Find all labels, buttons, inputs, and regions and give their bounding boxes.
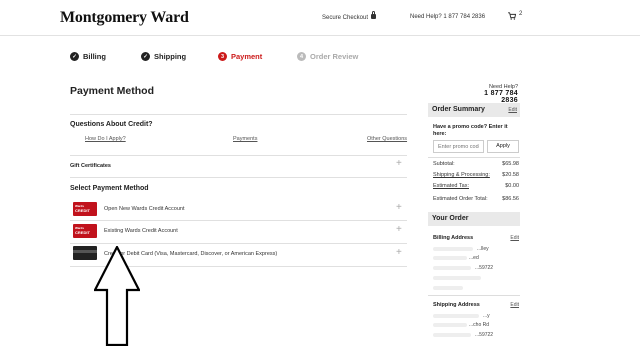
shipping-address-heading: Shipping Address Edit bbox=[433, 302, 519, 308]
billing-address-title: Billing Address bbox=[433, 235, 474, 241]
divider bbox=[428, 157, 520, 158]
step-order-review: 4 Order Review bbox=[297, 52, 358, 61]
checkout-steps: ✓ Billing ✓ Shipping 3 Payment 4 Order R… bbox=[0, 48, 640, 64]
shipping-address-line: ...59722 bbox=[475, 332, 494, 338]
expand-gift-certificates-icon[interactable]: + bbox=[396, 158, 402, 169]
step-label: Payment bbox=[231, 52, 263, 61]
secure-checkout-label: Secure Checkout bbox=[322, 15, 369, 21]
promo-label: Have a promo code? Enter it here: bbox=[433, 124, 508, 137]
subtotal-label: Subtotal: bbox=[433, 161, 455, 167]
divider bbox=[70, 114, 407, 115]
your-order-header: Your Order bbox=[428, 212, 520, 226]
select-payment-title: Select Payment Method bbox=[70, 185, 149, 192]
billing-address-line: ...ed bbox=[469, 255, 479, 261]
site-header: Montgomery Ward Secure Checkout Need Hel… bbox=[0, 0, 640, 36]
subtotal-row: Subtotal: $65.98 bbox=[433, 161, 519, 167]
divider bbox=[70, 243, 407, 244]
order-total-value: $86.56 bbox=[502, 196, 519, 202]
cart-button[interactable]: 2 bbox=[508, 11, 530, 23]
card-type-text: CREDIT bbox=[75, 230, 90, 235]
divider bbox=[70, 220, 407, 221]
your-order-panel: Your Order bbox=[428, 212, 520, 226]
redacted-text bbox=[433, 286, 463, 290]
divider bbox=[428, 295, 520, 296]
order-summary-panel: Order Summary Edit bbox=[428, 103, 520, 117]
open-new-wards-credit-option[interactable]: Open New Wards Credit Account bbox=[104, 206, 185, 212]
billing-address-edit-link[interactable]: Edit bbox=[510, 235, 519, 241]
shipping-address-line: ...cho Rd bbox=[469, 322, 490, 328]
shipping-value: $20.58 bbox=[502, 172, 519, 178]
redacted-text bbox=[433, 276, 481, 280]
billing-address-line: ...59722 bbox=[475, 265, 494, 271]
how-do-i-apply-link[interactable]: How Do I Apply? bbox=[85, 136, 126, 142]
billing-address-line: ...lley bbox=[477, 246, 489, 252]
payments-link[interactable]: Payments bbox=[233, 136, 257, 142]
step-label: Shipping bbox=[154, 52, 187, 61]
promo-code-input[interactable] bbox=[433, 140, 484, 153]
lock-icon bbox=[371, 11, 377, 19]
step-label: Billing bbox=[83, 52, 106, 61]
step-label: Order Review bbox=[310, 52, 359, 61]
check-icon: ✓ bbox=[141, 52, 150, 61]
expand-credit-debit-icon[interactable]: + bbox=[396, 247, 402, 258]
gift-certificates-label[interactable]: Gift Certificates bbox=[70, 163, 111, 169]
need-help-block: Need Help? 1 877 784 2836 bbox=[466, 84, 518, 104]
order-total-row: Estimated Order Total: $86.56 bbox=[433, 196, 519, 202]
order-summary-edit-link[interactable]: Edit bbox=[508, 103, 517, 117]
step-number-icon: 3 bbox=[218, 52, 227, 61]
shipping-processing-link[interactable]: Shipping & Processing: bbox=[433, 172, 490, 178]
estimated-tax-link[interactable]: Estimated Tax: bbox=[433, 183, 469, 189]
shipping-row: Shipping & Processing: $20.58 bbox=[433, 172, 519, 178]
card-type-text: CREDIT bbox=[75, 208, 90, 213]
cart-icon bbox=[508, 12, 516, 20]
shipping-address-line: ...y bbox=[483, 313, 490, 319]
step-billing[interactable]: ✓ Billing bbox=[70, 52, 106, 61]
tax-row: Estimated Tax: $0.00 bbox=[433, 183, 519, 189]
other-questions-link[interactable]: Other Questions bbox=[367, 136, 407, 142]
step-payment: 3 Payment bbox=[218, 52, 262, 61]
step-number-icon: 4 bbox=[297, 52, 306, 61]
billing-address-heading: Billing Address Edit bbox=[433, 235, 519, 241]
subtotal-value: $65.98 bbox=[502, 161, 519, 167]
credit-questions-title: Questions About Credit? bbox=[70, 121, 153, 128]
header-need-help[interactable]: Need Help? 1 877 784 2836 bbox=[410, 14, 485, 20]
secure-checkout: Secure Checkout bbox=[322, 11, 377, 21]
pointer-arrow-annotation bbox=[94, 246, 140, 346]
page-title: Payment Method bbox=[70, 85, 155, 97]
wards-credit-card-image: Wards CREDIT bbox=[73, 202, 97, 216]
expand-existing-wards-icon[interactable]: + bbox=[396, 224, 402, 235]
order-total-label: Estimated Order Total: bbox=[433, 196, 488, 202]
divider bbox=[70, 155, 407, 156]
divider bbox=[70, 177, 407, 178]
expand-open-new-wards-icon[interactable]: + bbox=[396, 202, 402, 213]
order-summary-header: Order Summary Edit bbox=[428, 103, 520, 117]
site-logo[interactable]: Montgomery Ward bbox=[60, 9, 189, 27]
your-order-title: Your Order bbox=[432, 215, 469, 222]
wards-credit-card-image: Wards CREDIT bbox=[73, 224, 97, 238]
existing-wards-credit-option[interactable]: Existing Wards Credit Account bbox=[104, 228, 178, 234]
shipping-address-edit-link[interactable]: Edit bbox=[510, 302, 519, 308]
order-summary-title: Order Summary bbox=[432, 106, 485, 113]
check-icon: ✓ bbox=[70, 52, 79, 61]
tax-value: $0.00 bbox=[505, 183, 519, 189]
need-help-phone[interactable]: 1 877 784 2836 bbox=[466, 90, 518, 104]
cart-count: 2 bbox=[519, 11, 523, 17]
step-shipping[interactable]: ✓ Shipping bbox=[141, 52, 186, 61]
shipping-address-title: Shipping Address bbox=[433, 302, 480, 308]
apply-promo-button[interactable]: Apply bbox=[487, 140, 519, 153]
